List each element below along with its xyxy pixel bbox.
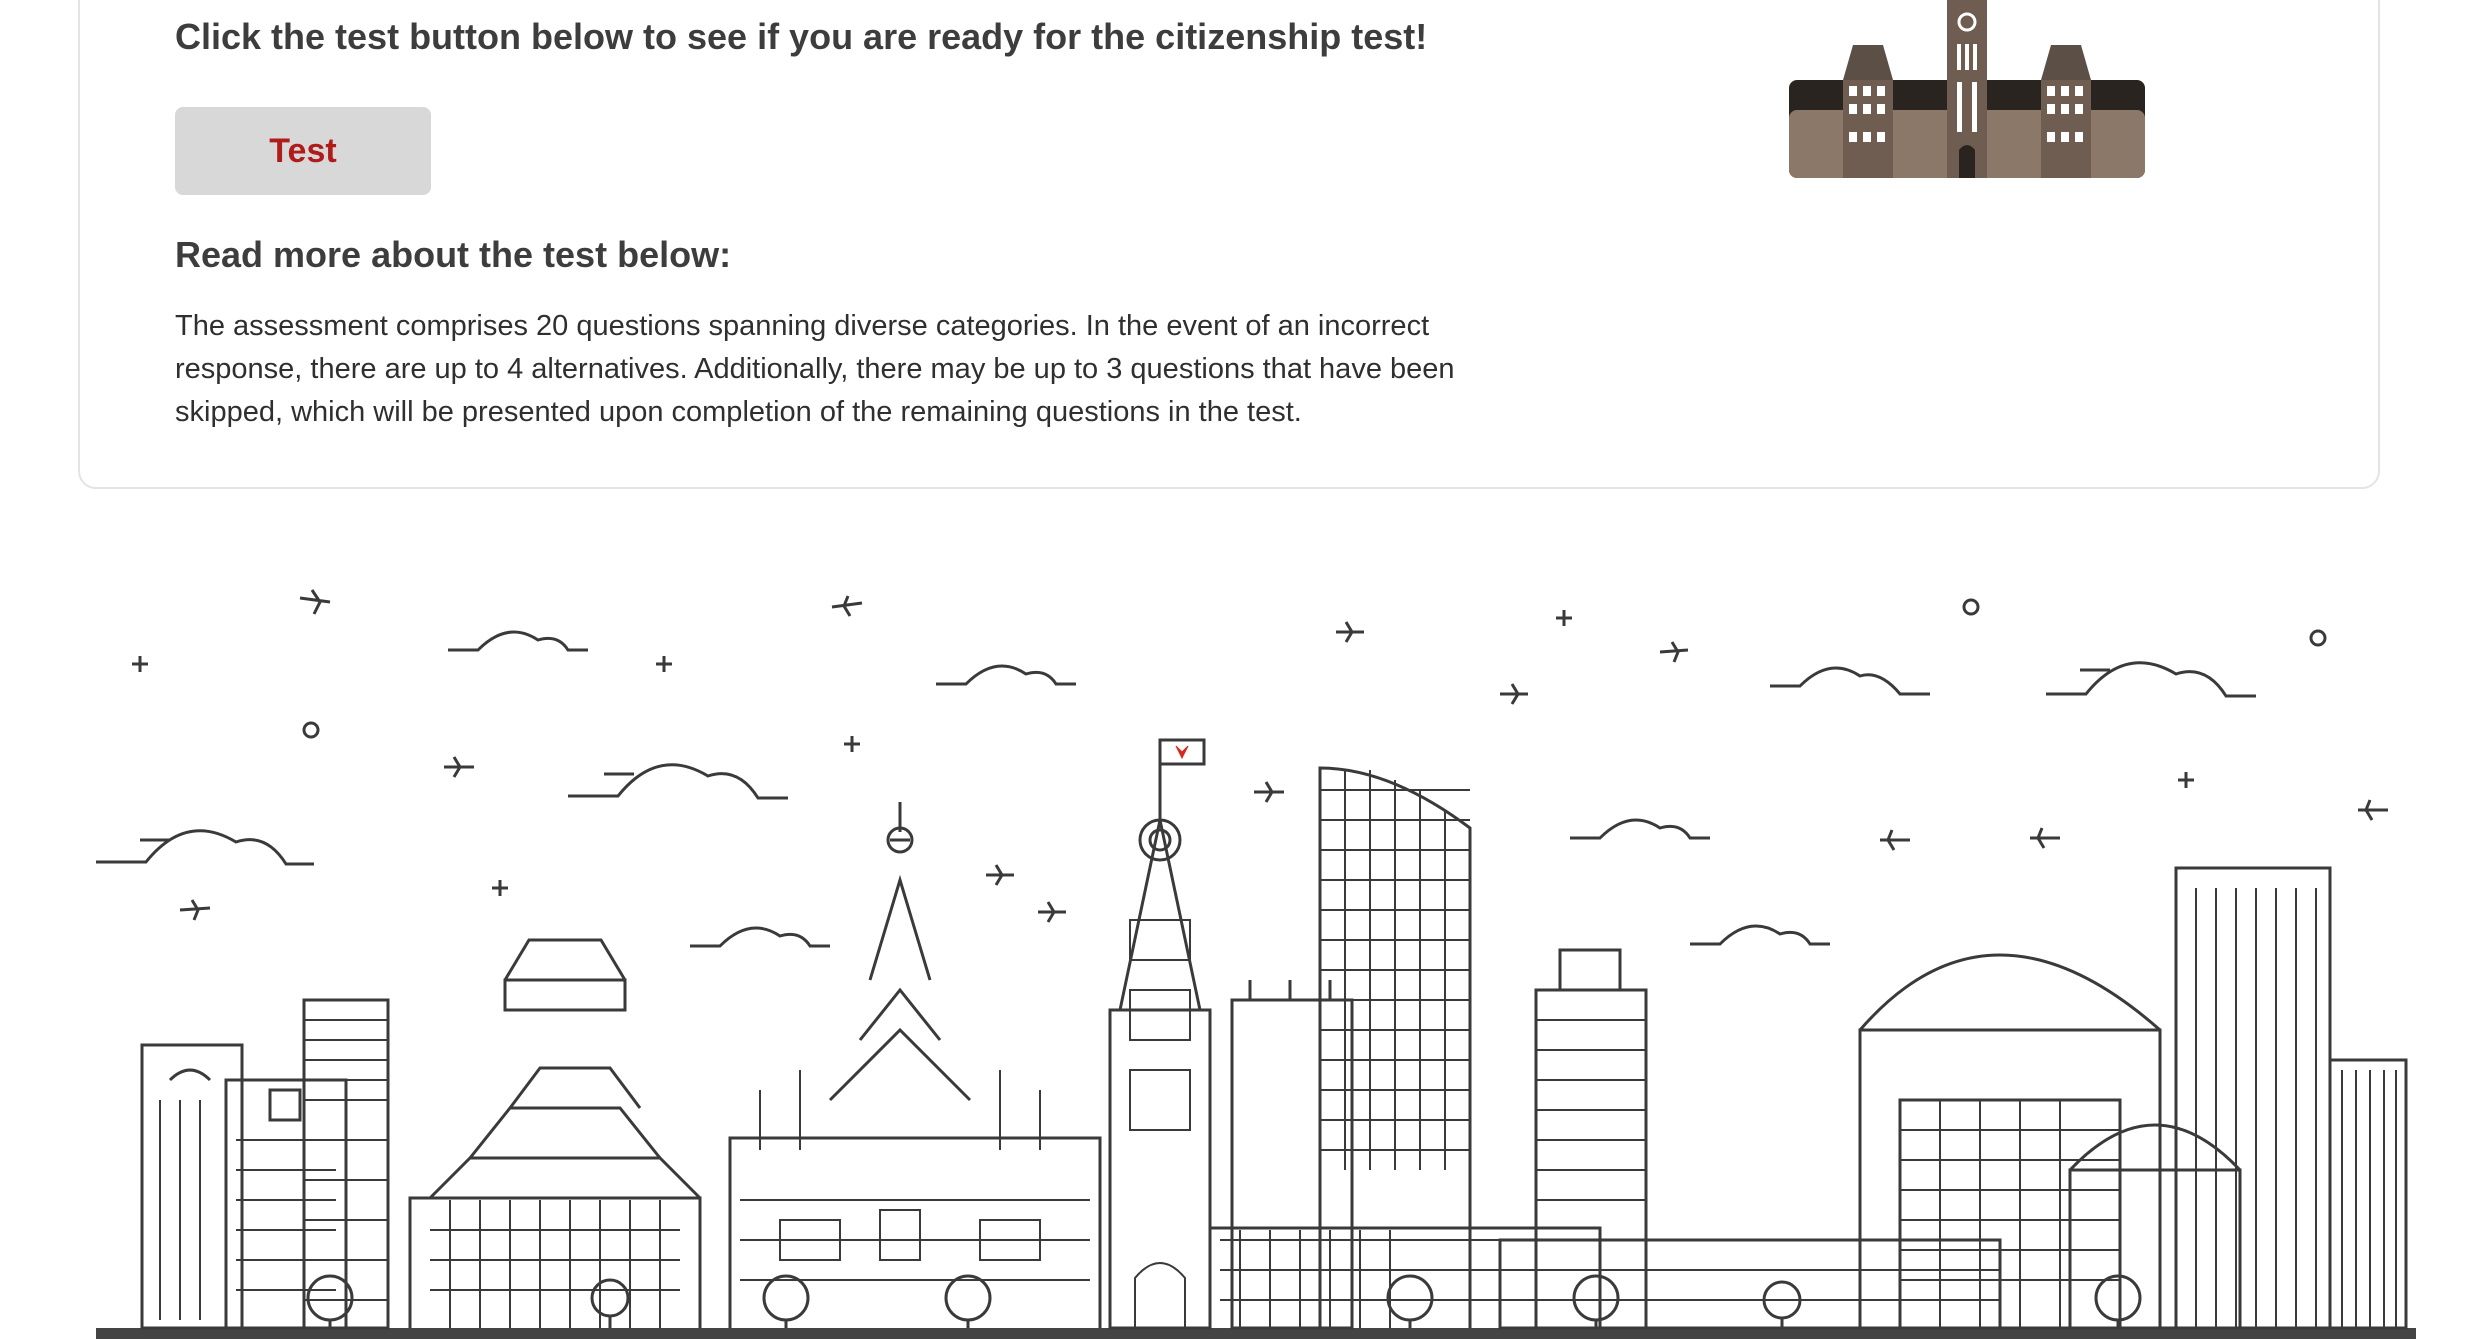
- ottawa-skyline-illustration: [96, 589, 2416, 1339]
- test-button[interactable]: Test: [175, 107, 431, 195]
- about-test-heading: Read more about the test below:: [175, 234, 732, 275]
- test-intro-headline: Click the test button below to see if yo…: [175, 16, 1428, 57]
- parliament-building-icon: [1787, 0, 2147, 180]
- about-test-description: The assessment comprises 20 questions sp…: [175, 310, 1455, 428]
